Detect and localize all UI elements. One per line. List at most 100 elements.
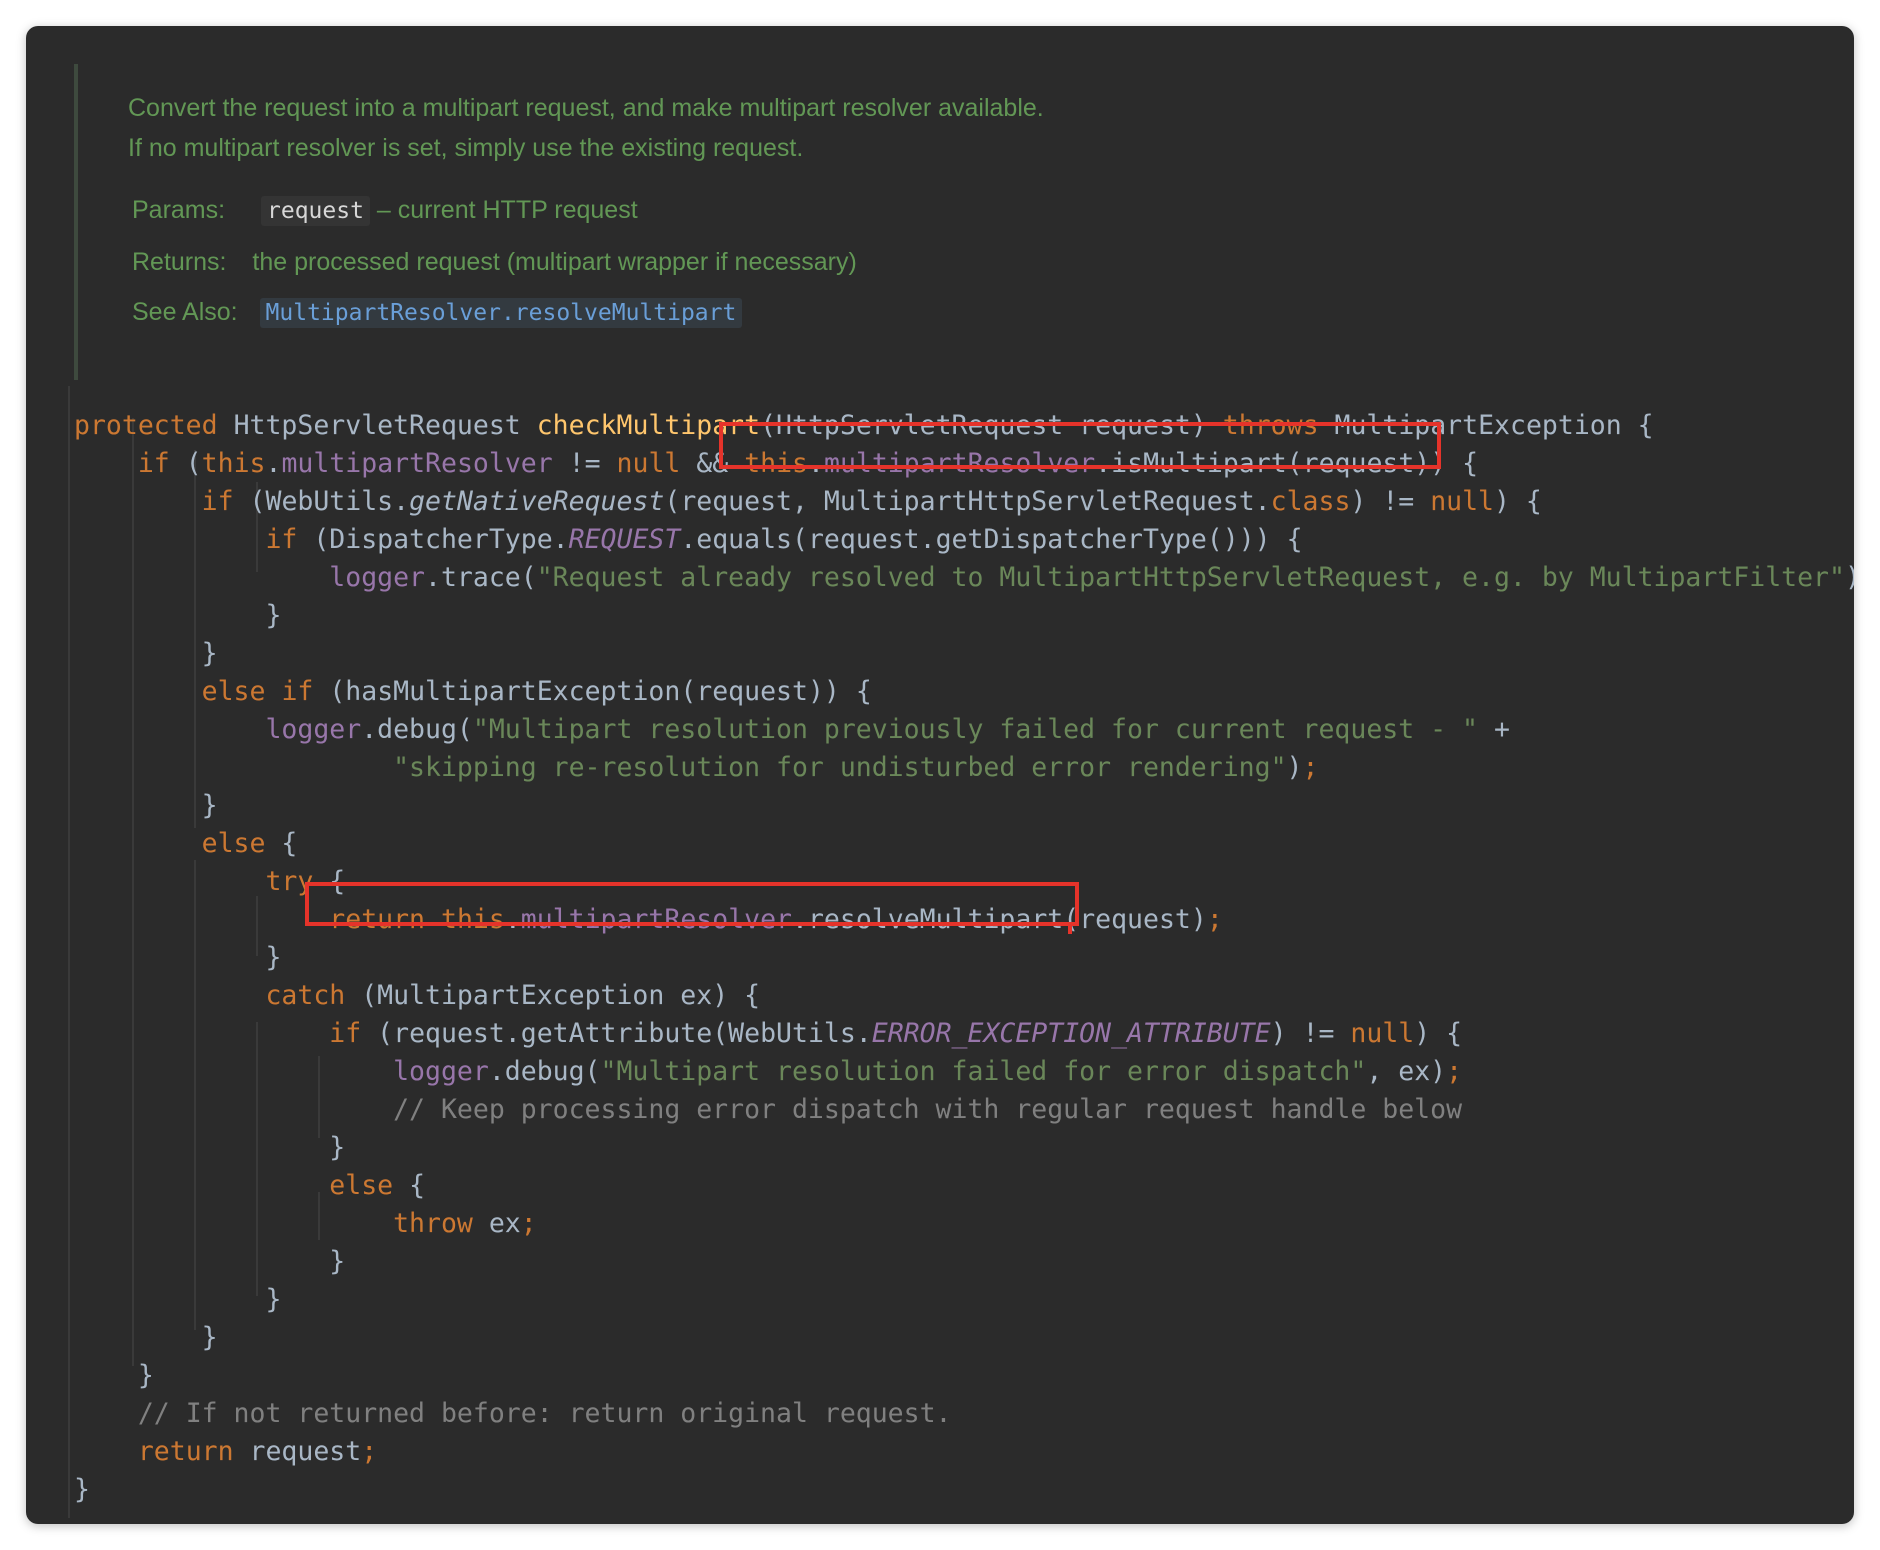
token-keyword: else	[201, 676, 266, 707]
code-line-25: }	[74, 1322, 218, 1353]
code-line-29: }	[74, 1474, 90, 1505]
token-constant: REQUEST	[568, 524, 681, 555]
code-line-13: try {	[265, 866, 346, 897]
token-field: logger	[329, 562, 426, 593]
code-line-24: }	[74, 1284, 282, 1315]
code-line-9: logger.debug("Multipart resolution previ…	[265, 714, 1510, 745]
code-line-2: if (this.multipartResolver != null && th…	[137, 448, 1479, 479]
token-keyword: if	[281, 676, 314, 707]
token-params: (HttpServletRequest request)	[760, 410, 1207, 441]
token-keyword: throw	[393, 1208, 473, 1239]
token-text: (hasMultipartException(request)) {	[329, 676, 872, 707]
token-keyword: this	[440, 904, 505, 935]
code-line-14: return this.multipartResolver.resolveMul…	[329, 904, 1223, 935]
token-call: .trace(	[425, 562, 537, 593]
token-keyword: if	[201, 486, 234, 517]
javadoc-returns-desc: the processed request (multipart wrapper…	[252, 248, 857, 276]
token-call: .debug(	[488, 1056, 601, 1087]
token-keyword: return	[329, 904, 426, 935]
code-line-23: }	[74, 1246, 346, 1277]
javadoc-panel: Convert the request into a multipart req…	[74, 64, 1178, 380]
token-field: logger	[393, 1056, 489, 1087]
token-keyword: null	[616, 448, 681, 479]
javadoc-param-name: request	[261, 196, 370, 226]
javadoc-param-desc: – current HTTP request	[376, 196, 638, 224]
token-keyword: else	[329, 1170, 394, 1201]
code-line-5: logger.trace("Request already resolved t…	[74, 559, 1854, 597]
code-line-12: else {	[201, 828, 298, 859]
code-line-17: if (request.getAttribute(WebUtils.ERROR_…	[329, 1018, 1463, 1049]
highlight-marker	[1068, 924, 1072, 934]
token-keyword: this	[744, 448, 809, 479]
token-keyword: if	[137, 448, 170, 479]
token-text: (request, MultipartHttpServletRequest.	[664, 486, 1271, 517]
code-viewer-window: Convert the request into a multipart req…	[26, 26, 1854, 1524]
code-line-27: // If not returned before: return origin…	[74, 1395, 952, 1433]
javadoc-summary-line-2: If no multipart resolver is set, simply …	[128, 134, 804, 162]
code-line-22: throw ex;	[393, 1208, 537, 1239]
token-keyword: class	[1270, 486, 1351, 517]
code-line-15: }	[74, 942, 282, 973]
javadoc-see-also-label: See Also:	[132, 298, 238, 326]
token-keyword: this	[201, 448, 266, 479]
token-text: (MultipartException ex) {	[361, 980, 761, 1011]
token-text: (WebUtils.	[249, 486, 410, 517]
token-field: multipartResolver	[281, 448, 553, 479]
code-line-4: if (DispatcherType.REQUEST.equals(reques…	[74, 521, 1303, 559]
token-type: MultipartException	[1334, 410, 1622, 441]
code-line-6: }	[74, 600, 282, 631]
token-keyword: catch	[265, 980, 346, 1011]
token-string: "Multipart resolution previously failed …	[472, 714, 1478, 745]
code-line-18: logger.debug("Multipart resolution faile…	[393, 1056, 1463, 1087]
token-text: .equals(request.getDispatcherType())) {	[680, 524, 1303, 555]
code-line-20: }	[74, 1132, 346, 1163]
code-line-26: }	[74, 1360, 154, 1391]
token-keyword: if	[265, 524, 298, 555]
token-static-call: getNativeRequest	[409, 486, 665, 517]
code-line-19: // Keep processing error dispatch with r…	[74, 1091, 1462, 1129]
code-line-11: }	[74, 790, 218, 821]
token-keyword: protected	[74, 410, 218, 441]
token-text: request	[233, 1436, 362, 1467]
token-string: "Multipart resolution failed for error d…	[600, 1056, 1367, 1087]
token-type: HttpServletRequest	[233, 410, 521, 441]
javadoc-see-also-row: See Also: MultipartResolver.resolveMulti…	[132, 298, 743, 328]
token-keyword: null	[1350, 1018, 1415, 1049]
code-line-7: }	[74, 638, 218, 669]
code-line-28: return request;	[137, 1436, 378, 1467]
token-text: (DispatcherType.	[313, 524, 569, 555]
token-string: "Request already resolved to MultipartHt…	[536, 562, 1845, 593]
code-line-8: else if (hasMultipartException(request))…	[74, 673, 872, 711]
token-keyword: if	[329, 1018, 362, 1049]
token-call: .debug(	[361, 714, 473, 745]
token-keyword: try	[265, 866, 314, 897]
javadoc-returns-label: Returns:	[132, 248, 227, 276]
token-text: , ex)	[1366, 1056, 1447, 1087]
token-keyword: null	[1430, 486, 1495, 517]
token-constant: ERROR_EXCEPTION_ATTRIBUTE	[871, 1018, 1271, 1049]
indent-guide	[68, 386, 70, 1518]
javadoc-see-also-link[interactable]: MultipartResolver.resolveMultipart	[259, 298, 743, 328]
token-comment: // Keep processing error dispatch with r…	[393, 1094, 1463, 1125]
token-comment: // If not returned before: return origin…	[137, 1398, 952, 1429]
javadoc-params-label: Params:	[132, 196, 226, 224]
code-line-16: catch (MultipartException ex) {	[74, 977, 760, 1015]
code-line-1: protected HttpServletRequest checkMultip…	[74, 410, 1654, 441]
token-field: multipartResolver	[520, 904, 793, 935]
token-field: logger	[265, 714, 362, 745]
code-line-10: "skipping re-resolution for undisturbed …	[393, 752, 1319, 783]
token-text: (request.getAttribute(WebUtils.	[377, 1018, 872, 1049]
javadoc-params-row: Params: request – current HTTP request	[132, 196, 638, 226]
code-line-21: else {	[329, 1170, 426, 1201]
token-keyword: else	[201, 828, 266, 859]
token-call: .isMultipart(request))	[1095, 448, 1447, 479]
javadoc-returns-row: Returns: the processed request (multipar…	[132, 248, 857, 277]
code-line-3: if (WebUtils.getNativeRequest(request, M…	[201, 486, 1542, 517]
token-keyword: return	[137, 1436, 234, 1467]
token-string: "skipping re-resolution for undisturbed …	[393, 752, 1287, 783]
token-field: multipartResolver	[823, 448, 1096, 479]
token-method-name: checkMultipart	[536, 410, 761, 441]
token-text: ex	[472, 1208, 521, 1239]
token-keyword: throws	[1222, 410, 1319, 441]
token-call: .resolveMultipart(request)	[792, 904, 1207, 935]
